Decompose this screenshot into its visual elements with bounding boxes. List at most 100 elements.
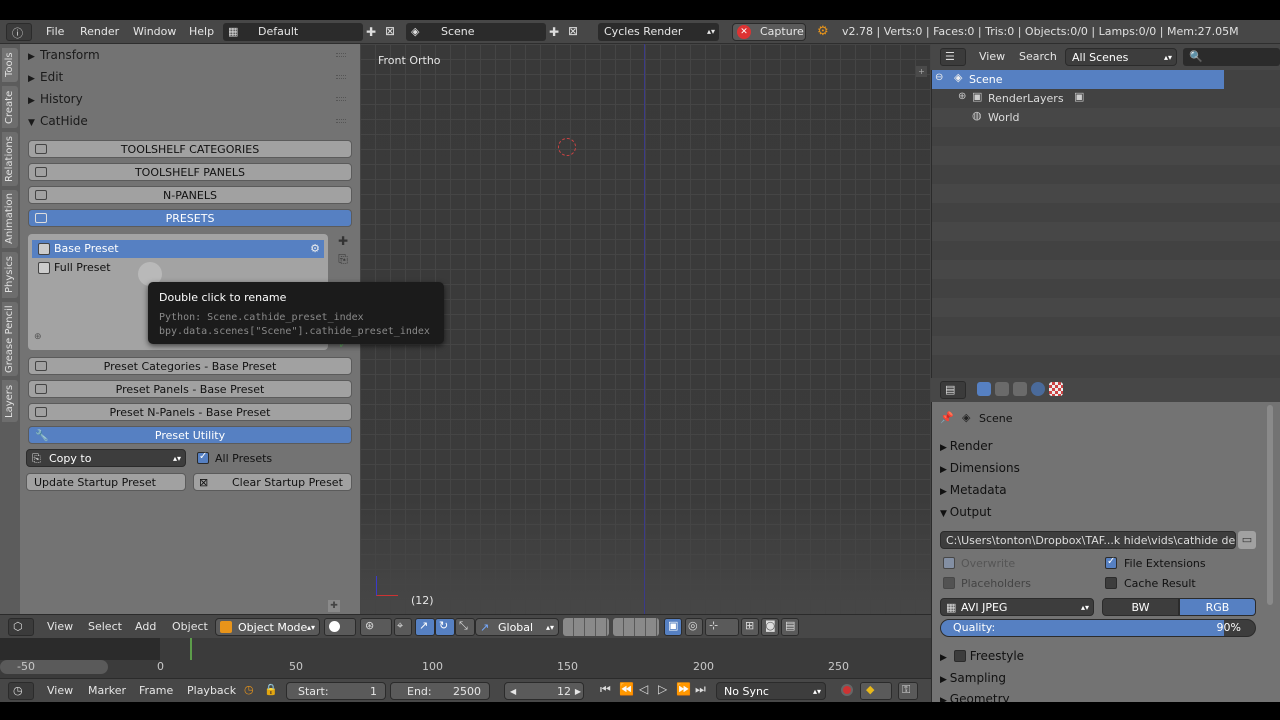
tab-physics[interactable]: Physics <box>2 252 18 298</box>
lock-camera-toggle[interactable]: ▣ <box>664 618 682 636</box>
freestyle-checkbox[interactable] <box>953 650 966 662</box>
folder-icon[interactable]: ▭ <box>1238 531 1256 549</box>
timeline-editor-icon[interactable]: ◷ <box>8 682 34 700</box>
3d-viewport[interactable]: Front Ortho (12) + <box>360 44 931 614</box>
scene-context-icon[interactable] <box>1013 382 1027 396</box>
preset-utility-button[interactable]: 🔧 Preset Utility <box>28 426 352 444</box>
file-extensions-checkbox[interactable]: ✓ <box>1105 556 1117 569</box>
n-panels-button[interactable]: N-PANELS <box>28 186 352 204</box>
timeline-menu-frame[interactable]: Frame <box>139 679 173 703</box>
snap-target[interactable]: ⊞ <box>741 618 759 636</box>
timeline-menu-view[interactable]: View <box>47 679 73 703</box>
start-frame-field[interactable]: Start: 1 <box>286 682 386 700</box>
layout-selector[interactable]: ▦ Default <box>223 23 363 41</box>
outliner-menu-view[interactable]: View <box>979 45 1005 69</box>
play-icon[interactable]: ▷ <box>658 682 667 696</box>
drag-handle[interactable] <box>336 53 346 57</box>
expand-region-icon[interactable]: + <box>916 66 927 77</box>
menu-window[interactable]: Window <box>133 20 176 44</box>
properties-editor-icon[interactable]: ▤ <box>940 381 966 399</box>
preset-n-panels-button[interactable]: Preset N-Panels - Base Preset <box>28 403 352 421</box>
current-frame-marker[interactable] <box>190 638 192 660</box>
drag-handle[interactable] <box>336 75 346 79</box>
preview-range-icon[interactable]: ◷ <box>244 683 254 696</box>
panel-output[interactable]: ▼ Output <box>940 502 1256 522</box>
toolshelf-panels-button[interactable]: TOOLSHELF PANELS <box>28 163 352 181</box>
tab-animation[interactable]: Animation <box>2 190 18 248</box>
tab-tools[interactable]: Tools <box>2 48 18 82</box>
properties-scrollbar[interactable] <box>1267 405 1273 605</box>
copy-preset-icon[interactable]: ⎘ <box>336 251 350 267</box>
outliner-search-input[interactable]: 🔍 <box>1183 48 1280 66</box>
translate-manipulator[interactable]: ↗ <box>415 618 435 636</box>
outliner-row-renderlayers[interactable]: ⊕ ▣ RenderLayers ▣ <box>932 89 1224 108</box>
collapse-icon[interactable]: ⊖ <box>935 72 943 83</box>
scene-selector[interactable]: ◈ Scene <box>406 23 546 41</box>
menu-object[interactable]: Object <box>172 615 208 639</box>
copy-to-dropdown[interactable]: ⎘ Copy to ▴▾ <box>26 449 186 467</box>
tab-grease-pencil[interactable]: Grease Pencil <box>2 302 18 376</box>
outliner-menu-search[interactable]: Search <box>1019 45 1057 69</box>
panel-cathide[interactable]: ▼ CatHide <box>28 111 354 131</box>
jump-keyframe-back-icon[interactable]: ⏪ <box>619 682 634 696</box>
panel-dimensions[interactable]: ▶ Dimensions <box>940 458 1256 478</box>
jump-keyframe-forward-icon[interactable]: ⏩ <box>676 682 691 696</box>
file-format-dropdown[interactable]: ▦ AVI JPEG ▴▾ <box>940 598 1094 616</box>
remove-scene-icon[interactable]: ⊠ <box>568 24 578 38</box>
clear-startup-preset-button[interactable]: ⊠ Clear Startup Preset <box>193 473 352 491</box>
panel-sampling[interactable]: ▶ Sampling <box>940 668 1256 688</box>
renderlayers-context-icon[interactable] <box>995 382 1009 396</box>
add-preset-icon[interactable]: ✚ <box>336 233 350 249</box>
play-reverse-icon[interactable]: ◁ <box>639 682 648 696</box>
update-startup-preset-button[interactable]: Update Startup Preset <box>26 473 186 491</box>
manipulator-toggle[interactable]: ⌖ <box>394 618 412 636</box>
menu-render[interactable]: Render <box>80 20 119 44</box>
placeholders-checkbox[interactable] <box>943 577 955 589</box>
layer-buttons-2[interactable] <box>613 618 659 636</box>
outliner-row-world[interactable]: ◍ World <box>932 108 1224 127</box>
toolshelf-categories-button[interactable]: TOOLSHELF CATEGORIES <box>28 140 352 158</box>
menu-add[interactable]: Add <box>135 615 156 639</box>
overwrite-checkbox[interactable] <box>943 557 955 569</box>
sync-dropdown[interactable]: No Sync ▴▾ <box>716 682 826 700</box>
keying-set-dropdown[interactable]: ◆ <box>860 682 892 700</box>
insert-keyframe-button[interactable]: ⚿ <box>898 682 918 700</box>
panel-geometry[interactable]: ▶ Geometry <box>940 690 1256 702</box>
rgb-toggle[interactable]: RGB <box>1179 598 1256 616</box>
capture-button[interactable]: ✕ Capture <box>732 23 806 41</box>
render-engine-dropdown[interactable]: Cycles Render ▴▾ <box>598 23 719 41</box>
preset-categories-button[interactable]: Preset Categories - Base Preset <box>28 357 352 375</box>
tab-create[interactable]: Create <box>2 86 18 128</box>
viewport-shading-dropdown[interactable] <box>324 618 356 636</box>
outliner-row-scene[interactable]: ⊖ ◈ Scene <box>932 70 1224 89</box>
tab-relations[interactable]: Relations <box>2 132 18 186</box>
drag-handle[interactable] <box>336 97 346 101</box>
output-path-input[interactable]: C:\Users\tonton\Dropbox\TAF...k hide\vid… <box>940 531 1236 549</box>
panel-metadata[interactable]: ▶ Metadata <box>940 480 1256 500</box>
end-frame-field[interactable]: End: 2500 <box>390 682 490 700</box>
rotate-manipulator[interactable]: ↻ <box>435 618 455 636</box>
bw-toggle[interactable]: BW <box>1102 598 1179 616</box>
layer-buttons-1[interactable] <box>563 618 609 636</box>
panel-render[interactable]: ▶ Render <box>940 436 1256 456</box>
menu-file[interactable]: File <box>46 20 64 44</box>
all-presets-checkbox[interactable]: ✓ <box>197 451 209 464</box>
cache-result-checkbox[interactable] <box>1105 577 1117 589</box>
drag-handle[interactable] <box>336 119 346 123</box>
pin-icon[interactable]: 📌 <box>940 411 954 424</box>
outliner-display-dropdown[interactable]: All Scenes ▴▾ <box>1065 48 1177 66</box>
menu-select[interactable]: Select <box>88 615 122 639</box>
panel-transform[interactable]: ▶ Transform <box>28 45 354 65</box>
region-resize-icon[interactable]: ✚ <box>328 600 340 612</box>
outliner-editor-icon[interactable]: ☰ <box>940 48 966 66</box>
add-scene-icon[interactable]: ✚ <box>549 25 559 39</box>
preset-panels-button[interactable]: Preset Panels - Base Preset <box>28 380 352 398</box>
proportional-edit-toggle[interactable]: ◎ <box>685 618 703 636</box>
jump-start-icon[interactable]: ⏮ <box>600 682 611 697</box>
panel-edit[interactable]: ▶ Edit <box>28 67 354 87</box>
mode-dropdown[interactable]: Object Mode ▴▾ <box>215 618 320 636</box>
presets-button[interactable]: PRESETS <box>28 209 352 227</box>
snap-dropdown[interactable]: ⊹ <box>705 618 739 636</box>
preset-item-base[interactable]: Base Preset ⚙ <box>32 240 324 258</box>
info-editor-icon[interactable]: ⓘ <box>6 23 32 41</box>
